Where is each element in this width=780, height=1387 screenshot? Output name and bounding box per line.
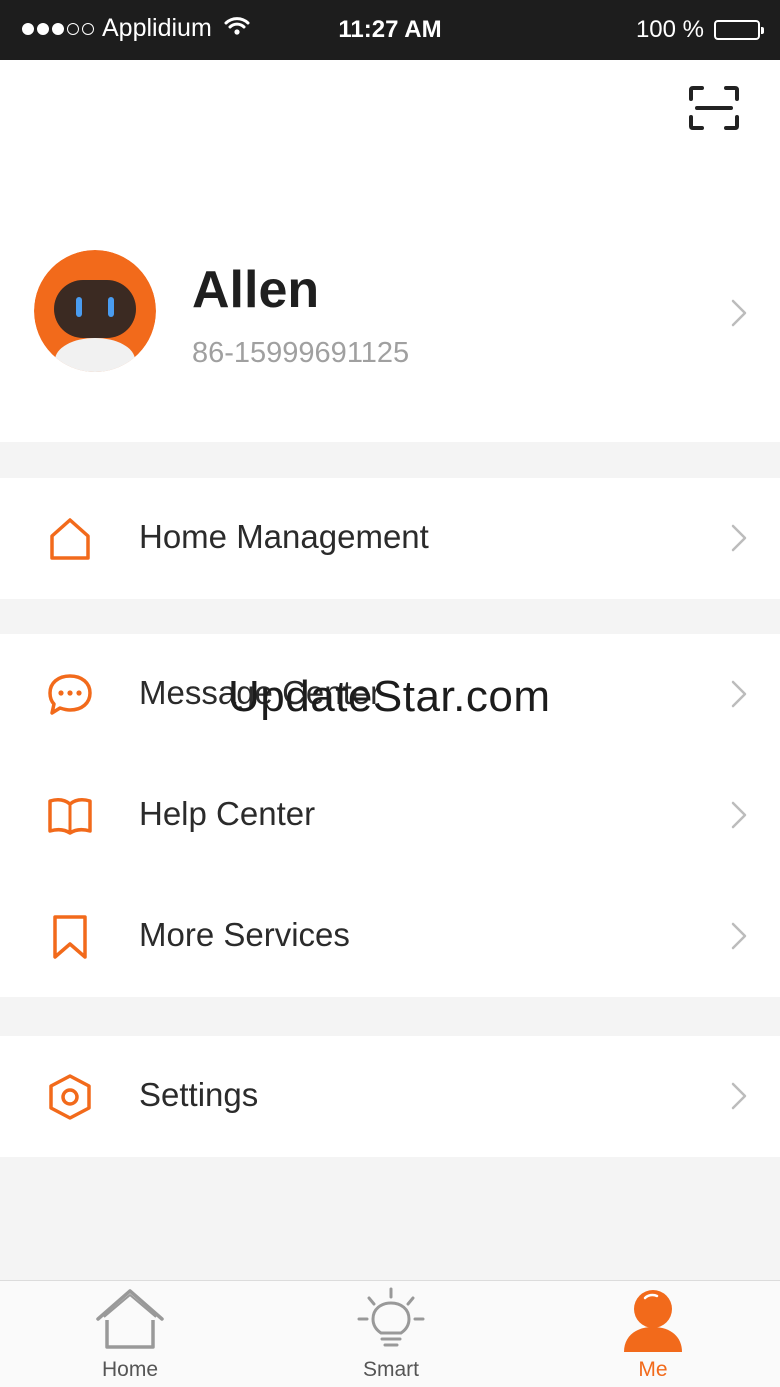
battery-percentage: 100 % bbox=[635, 16, 704, 43]
home-icon bbox=[46, 516, 94, 562]
bulb-icon bbox=[355, 1287, 427, 1362]
menu-item-help-center[interactable]: Help Center bbox=[0, 755, 780, 876]
hexagon-gear-icon bbox=[46, 1074, 94, 1120]
book-icon bbox=[46, 793, 94, 839]
tab-home[interactable]: Home bbox=[30, 1281, 230, 1387]
tab-smart[interactable]: Smart bbox=[291, 1281, 491, 1387]
menu-label: Message Center bbox=[139, 674, 382, 711]
house-icon bbox=[94, 1287, 166, 1356]
menu-group-settings: Settings bbox=[0, 1036, 780, 1157]
menu-item-settings[interactable]: Settings bbox=[0, 1036, 780, 1157]
menu-label: Settings bbox=[139, 1076, 259, 1113]
battery-icon bbox=[714, 20, 764, 40]
tab-label: Me bbox=[638, 1358, 668, 1381]
status-bar: Applidium 11:27 AM 100 % bbox=[0, 0, 780, 60]
menu-label: Home Management bbox=[139, 518, 429, 555]
avatar[interactable] bbox=[34, 250, 156, 372]
chat-bubble-icon bbox=[46, 672, 94, 718]
chevron-right-icon bbox=[730, 921, 748, 951]
status-right: 100 % bbox=[635, 16, 764, 44]
tab-bar: Home Smart Me bbox=[0, 1280, 780, 1387]
tab-label: Home bbox=[101, 1358, 159, 1381]
menu-label: Help Center bbox=[139, 795, 316, 832]
menu-label: More Services bbox=[139, 916, 350, 953]
chevron-right-icon bbox=[730, 298, 748, 328]
menu-item-more-services[interactable]: More Services bbox=[0, 876, 780, 997]
chevron-right-icon bbox=[730, 800, 748, 830]
user-name: Allen bbox=[192, 261, 320, 319]
chevron-right-icon bbox=[730, 1081, 748, 1111]
menu-group-services: Message Center Help Center More Services bbox=[0, 634, 780, 997]
menu-item-message-center[interactable]: Message Center bbox=[0, 634, 780, 755]
menu-group-home: Home Management bbox=[0, 478, 780, 599]
user-phone: 86-15999691125 bbox=[192, 337, 410, 369]
scan-icon[interactable] bbox=[688, 85, 740, 131]
chevron-right-icon bbox=[730, 679, 748, 709]
profile-section[interactable]: Allen 86-15999691125 bbox=[0, 60, 780, 442]
menu-item-home-management[interactable]: Home Management bbox=[0, 478, 780, 599]
person-icon bbox=[621, 1287, 685, 1358]
tab-me[interactable]: Me bbox=[553, 1281, 753, 1387]
bookmark-icon bbox=[46, 914, 94, 960]
chevron-right-icon bbox=[730, 523, 748, 553]
tab-label: Smart bbox=[362, 1358, 419, 1381]
